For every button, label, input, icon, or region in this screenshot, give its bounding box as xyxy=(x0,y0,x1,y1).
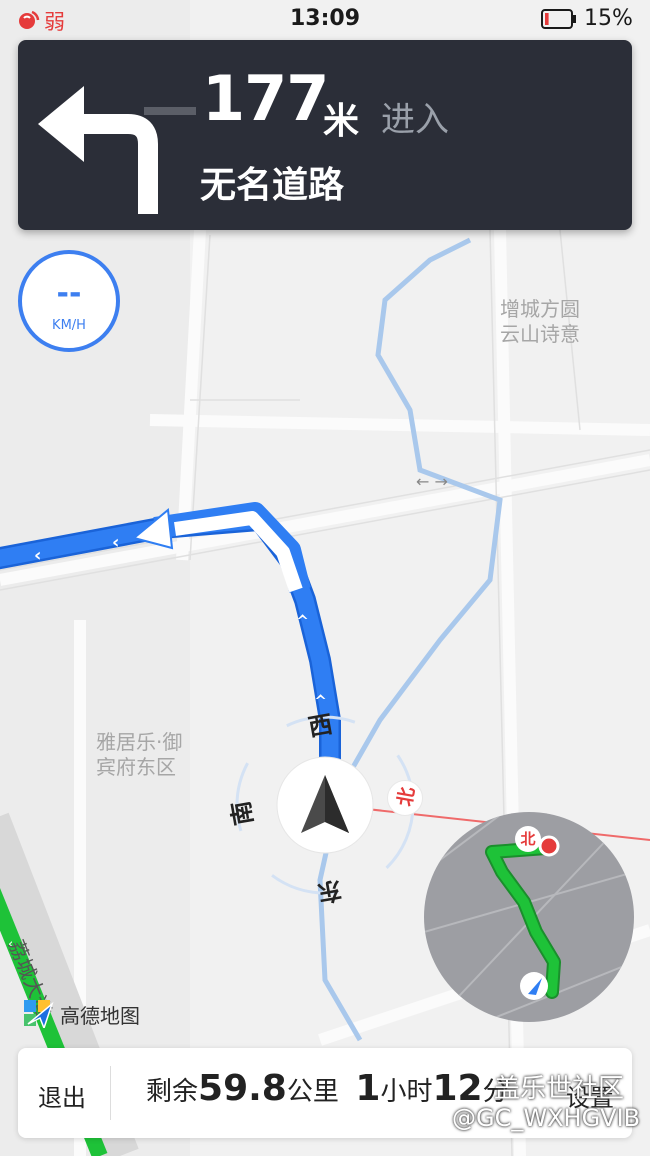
battery-percent: 15% xyxy=(584,6,633,31)
poi-label-community[interactable]: 增城方圆 云山诗意 xyxy=(500,297,580,347)
speed-value: -- xyxy=(56,276,82,311)
svg-text:← →: ← → xyxy=(416,472,448,491)
speed-unit: KM/H xyxy=(52,318,86,333)
remain-minutes: 12 xyxy=(432,1068,483,1109)
status-bar: 弱 13:09 15% xyxy=(0,0,650,40)
svg-text:‸: ‸ xyxy=(314,679,327,700)
divider xyxy=(110,1066,111,1120)
remain-label: 剩余 xyxy=(146,1077,199,1107)
poi-label-line: 增城方圆 xyxy=(500,297,580,321)
watermark-handle: @GC_WXHGVIB xyxy=(452,1104,641,1132)
maneuver-distance: 177 xyxy=(202,62,329,135)
compass-north: 北 xyxy=(393,785,419,809)
battery-icon xyxy=(541,9,576,29)
poi-label-line: 云山诗意 xyxy=(500,322,580,346)
poi-label-line: 宾府东区 xyxy=(96,755,176,779)
remain-distance: 59.8 xyxy=(198,1068,287,1109)
maneuver-action: 进入 xyxy=(381,100,449,140)
svg-text:‹: ‹ xyxy=(34,545,41,566)
poi-label-line: 雅居乐·御 xyxy=(96,730,183,754)
speed-indicator: -- KM/H xyxy=(18,250,120,352)
remain-distance-unit: 公里 xyxy=(286,1077,339,1107)
overview-north-badge: 北 xyxy=(515,826,541,852)
maneuver-distance-unit: 米 xyxy=(323,101,360,142)
compass-north-badge: 北 xyxy=(387,780,423,816)
remaining-summary: 剩余59.8公里 1小时12分 xyxy=(146,1068,509,1109)
watermark-community: 盖乐世社区 xyxy=(494,1074,625,1104)
amap-logo-text: 高德地图 xyxy=(60,1004,140,1028)
turn-guidance-card[interactable]: 177 米 进入 无名道路 xyxy=(18,40,632,230)
turn-left-arrow-icon xyxy=(38,86,196,214)
next-road-name: 无名道路 xyxy=(200,165,345,206)
svg-text:‹: ‹ xyxy=(112,532,119,553)
poi-label-residence[interactable]: 雅居乐·御 宾府东区 xyxy=(96,730,182,780)
amap-logo-icon xyxy=(24,1000,54,1028)
svg-text:‸: ‸ xyxy=(296,599,309,620)
remain-hours: 1 xyxy=(355,1068,381,1109)
exit-button[interactable]: 退出 xyxy=(38,1078,86,1113)
remain-hours-unit: 小时 xyxy=(380,1077,433,1107)
